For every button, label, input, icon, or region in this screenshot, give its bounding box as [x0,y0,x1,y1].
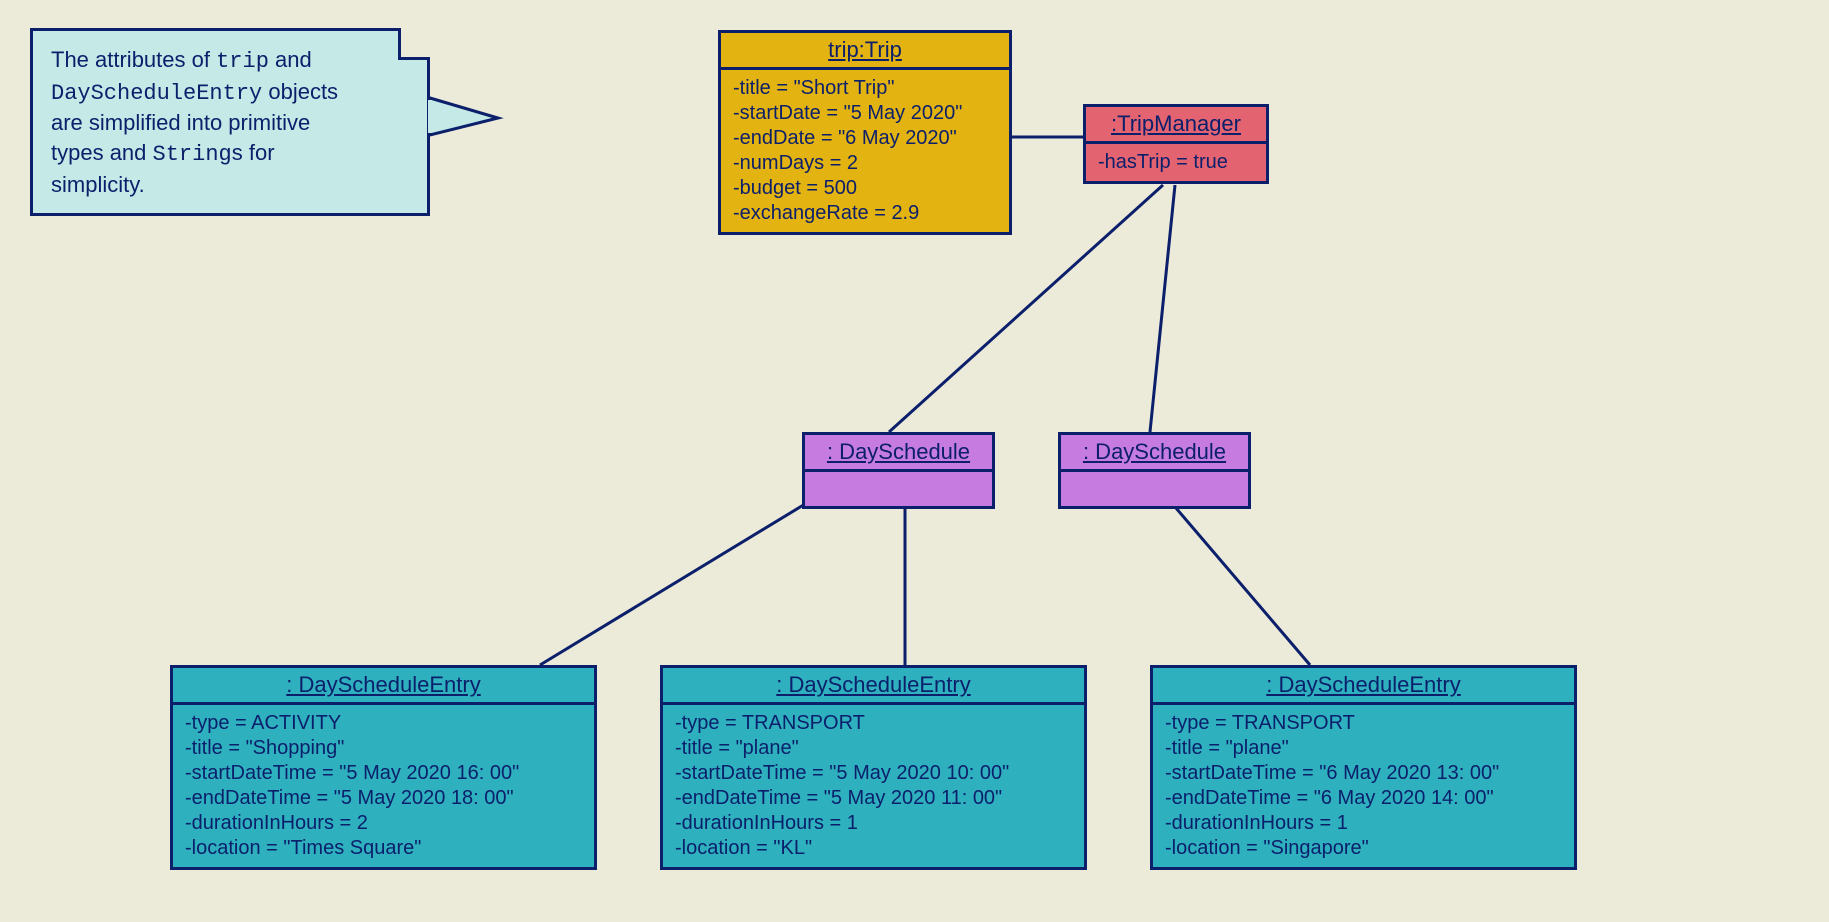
trip-attr: -budget = 500 [733,176,997,201]
entry-attr: -startDateTime = "6 May 2020 13: 00" [1165,761,1562,786]
entry-box-2: : DayScheduleEntry -type = TRANSPORT -ti… [660,665,1087,870]
dayschedule-1-title: : DaySchedule [805,435,992,472]
entry-attr: -endDateTime = "5 May 2020 11: 00" [675,786,1072,811]
entry-attr: -location = "Singapore" [1165,836,1562,861]
entry-1-body: -type = ACTIVITY -title = "Shopping" -st… [173,705,594,867]
trip-box: trip:Trip -title = "Short Trip" -startDa… [718,30,1012,235]
note-line-3: are simplified into primitive [51,108,409,138]
entry-attr: -title = "Shopping" [185,736,582,761]
entry-1-title: : DayScheduleEntry [173,668,594,705]
tripmanager-body: -hasTrip = true [1086,144,1266,181]
entry-attr: -durationInHours = 1 [1165,811,1562,836]
entry-attr: -startDateTime = "5 May 2020 10: 00" [675,761,1072,786]
entry-attr: -type = TRANSPORT [1165,711,1562,736]
entry-attr: -endDateTime = "6 May 2020 14: 00" [1165,786,1562,811]
entry-box-1: : DayScheduleEntry -type = ACTIVITY -tit… [170,665,597,870]
tripmanager-box: :TripManager -hasTrip = true [1083,104,1269,184]
dayschedule-1-body [805,472,992,506]
dayschedule-box-1: : DaySchedule [802,432,995,509]
dayschedule-2-title: : DaySchedule [1061,435,1248,472]
trip-attr: -title = "Short Trip" [733,76,997,101]
entry-attr: -type = ACTIVITY [185,711,582,736]
tripmanager-attr: -hasTrip = true [1098,150,1254,175]
note-box: The attributes of trip and DayScheduleEn… [30,28,430,216]
entry-attr: -durationInHours = 2 [185,811,582,836]
entry-3-body: -type = TRANSPORT -title = "plane" -star… [1153,705,1574,867]
trip-attr: -numDays = 2 [733,151,997,176]
entry-3-title: : DayScheduleEntry [1153,668,1574,705]
entry-attr: -title = "plane" [1165,736,1562,761]
entry-2-title: : DayScheduleEntry [663,668,1084,705]
note-line-1: The attributes of trip and [51,45,409,77]
entry-attr: -location = "Times Square" [185,836,582,861]
note-line-2: DayScheduleEntry objects [51,77,409,109]
trip-attr: -endDate = "6 May 2020" [733,126,997,151]
entry-attr: -endDateTime = "5 May 2020 18: 00" [185,786,582,811]
entry-attr: -durationInHours = 1 [675,811,1072,836]
entry-2-body: -type = TRANSPORT -title = "plane" -star… [663,705,1084,867]
dayschedule-2-body [1061,472,1248,506]
dayschedule-box-2: : DaySchedule [1058,432,1251,509]
trip-attr: -startDate = "5 May 2020" [733,101,997,126]
trip-body: -title = "Short Trip" -startDate = "5 Ma… [721,70,1009,232]
note-line-5: simplicity. [51,170,409,200]
trip-attr: -exchangeRate = 2.9 [733,201,997,226]
note-line-4: types and Strings for [51,138,409,170]
note-tail [428,90,508,150]
entry-attr: -location = "KL" [675,836,1072,861]
entry-box-3: : DayScheduleEntry -type = TRANSPORT -ti… [1150,665,1577,870]
tripmanager-title: :TripManager [1086,107,1266,144]
entry-attr: -startDateTime = "5 May 2020 16: 00" [185,761,582,786]
entry-attr: -type = TRANSPORT [675,711,1072,736]
entry-attr: -title = "plane" [675,736,1072,761]
trip-title: trip:Trip [721,33,1009,70]
